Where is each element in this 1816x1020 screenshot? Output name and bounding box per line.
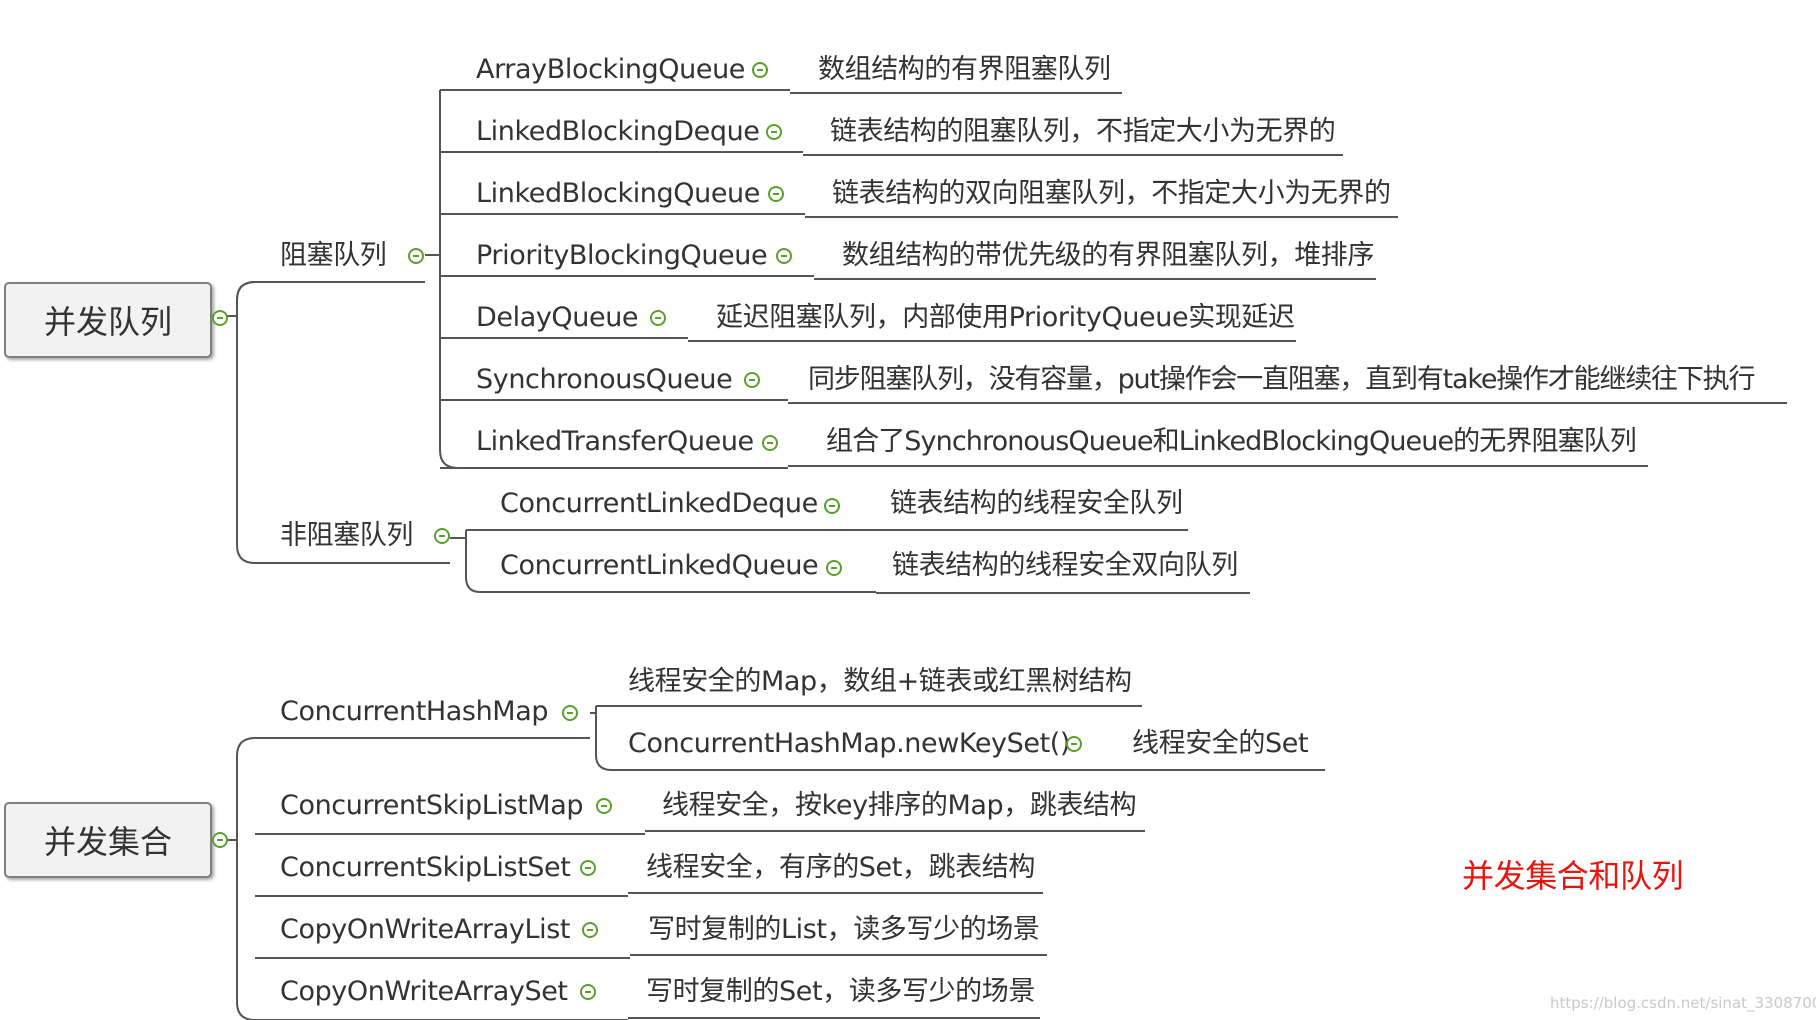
queue-description: 数组结构的有界阻塞队列 [818,54,1111,85]
collection-node[interactable]: CopyOnWriteArraySet [280,978,568,1005]
collapse-icon[interactable] [766,124,782,140]
collapse-icon[interactable] [434,528,450,544]
collection-description: 写时复制的Set，读多写少的场景 [646,976,1035,1007]
collection-description: 线程安全，按key排序的Map，跳表结构 [662,790,1137,821]
branch-label-blocking[interactable]: 阻塞队列 [280,242,387,269]
collection-node[interactable]: ConcurrentHashMap.newKeySet() [628,730,1070,757]
queue-description: 同步阻塞队列，没有容量，put操作会一直阻塞，直到有take操作才能继续往下执行 [808,364,1755,395]
root-node-concurrent-queues[interactable]: 并发队列 [4,282,212,358]
collapse-icon[interactable] [580,984,596,1000]
queue-description: 链表结构的线程安全队列 [890,488,1183,519]
queue-node[interactable]: ConcurrentLinkedDeque [500,490,818,517]
branch-label-nonblocking[interactable]: 非阻塞队列 [280,522,413,549]
queue-node[interactable]: LinkedBlockingDeque [476,118,760,145]
queue-description: 链表结构的阻塞队列，不指定大小为无界的 [830,116,1336,147]
collapse-icon[interactable] [752,62,768,78]
watermark: https://blog.csdn.net/sinat_33087001 [1550,994,1816,1012]
collapse-icon[interactable] [212,832,228,848]
collapse-icon[interactable] [580,860,596,876]
collapse-icon[interactable] [824,498,840,514]
collection-description: 线程安全的Map，数组+链表或红黑树结构 [628,666,1132,697]
collapse-icon[interactable] [744,372,760,388]
queue-node[interactable]: DelayQueue [476,304,639,331]
collapse-icon[interactable] [826,560,842,576]
collapse-icon[interactable] [212,310,228,326]
root-node-concurrent-collections[interactable]: 并发集合 [4,802,212,878]
floating-title[interactable]: 并发集合和队列 [1462,860,1684,892]
queue-description: 组合了SynchronousQueue和LinkedBlockingQueue的… [826,426,1637,457]
queue-node[interactable]: LinkedTransferQueue [476,428,754,455]
collection-node[interactable]: ConcurrentSkipListMap [280,792,583,819]
collapse-icon[interactable] [776,248,792,264]
queue-node[interactable]: PriorityBlockingQueue [476,242,768,269]
collapse-icon[interactable] [650,310,666,326]
collapse-icon[interactable] [762,435,778,451]
collapse-icon[interactable] [768,186,784,202]
collection-node[interactable]: CopyOnWriteArrayList [280,916,570,943]
root-label: 并发队列 [43,303,172,341]
collapse-icon[interactable] [1066,736,1082,752]
collapse-icon[interactable] [582,922,598,938]
collapse-icon[interactable] [408,248,424,264]
collection-description: 线程安全的Set [1132,728,1309,759]
queue-description: 链表结构的双向阻塞队列，不指定大小为无界的 [832,178,1391,209]
queue-description: 链表结构的线程安全双向队列 [892,550,1238,581]
queue-node[interactable]: LinkedBlockingQueue [476,180,760,207]
collapse-icon[interactable] [596,798,612,814]
collection-description: 写时复制的List，读多写少的场景 [648,914,1040,945]
collapse-icon[interactable] [562,705,578,721]
queue-description: 数组结构的带优先级的有界阻塞队列，堆排序 [842,240,1374,271]
queue-node[interactable]: ConcurrentLinkedQueue [500,552,819,579]
root-label: 并发集合 [43,823,172,861]
collection-description: 线程安全，有序的Set，跳表结构 [646,852,1035,883]
queue-node[interactable]: ArrayBlockingQueue [476,56,745,83]
collection-node[interactable]: ConcurrentSkipListSet [280,854,571,881]
queue-node[interactable]: SynchronousQueue [476,366,733,393]
collection-node-hashmap[interactable]: ConcurrentHashMap [280,698,548,725]
queue-description: 延迟阻塞队列，内部使用PriorityQueue实现延迟 [716,302,1295,333]
